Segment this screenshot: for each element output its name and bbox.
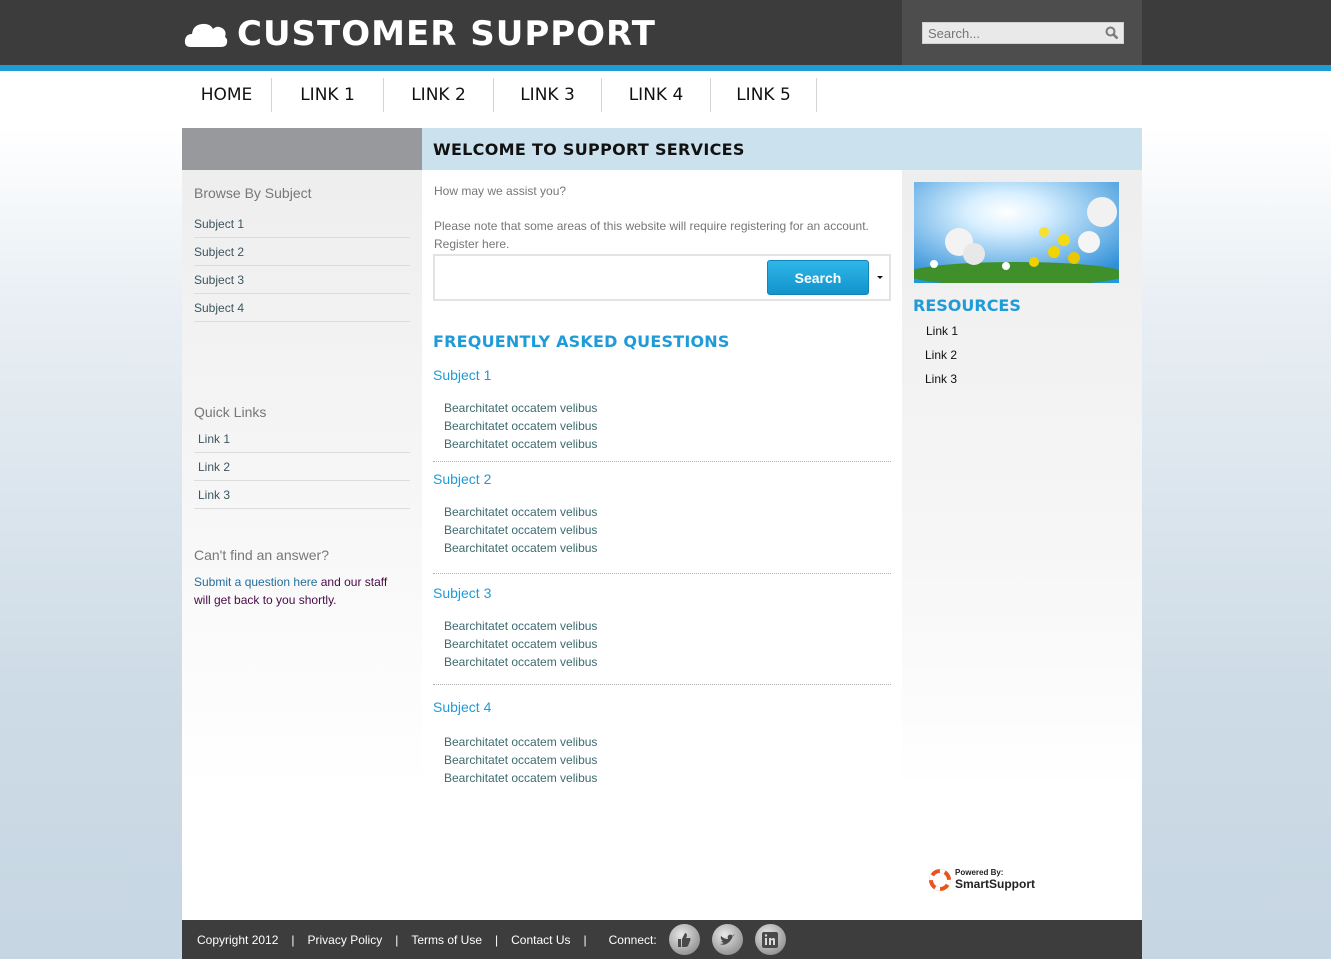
header-search-area (902, 0, 1142, 65)
site-title: CUSTOMER SUPPORT (237, 14, 656, 54)
faq-divider (433, 684, 891, 685)
resource-link-2[interactable]: Link 2 (925, 348, 957, 362)
faq-question[interactable]: Bearchitatet occatem velibus (444, 619, 597, 633)
quick-link-1[interactable]: Link 1 (194, 425, 410, 453)
connect-label: Connect: (608, 932, 657, 947)
resource-link-1[interactable]: Link 1 (926, 324, 958, 338)
faq-question[interactable]: Bearchitatet occatem velibus (444, 437, 597, 451)
register-note: Please note that some areas of this webs… (434, 219, 869, 251)
sidebar-subject-2[interactable]: Subject 2 (194, 238, 410, 266)
faq-question[interactable]: Bearchitatet occatem velibus (444, 541, 597, 555)
smartsupport-brand: SmartSupport (955, 877, 1036, 891)
submit-question-link[interactable]: Submit a question here (194, 575, 317, 589)
sidebar-subject-4[interactable]: Subject 4 (194, 294, 410, 322)
faq-question[interactable]: Bearchitatet occatem velibus (444, 655, 597, 669)
chevron-down-icon[interactable] (873, 271, 887, 283)
resources-title: RESOURCES (913, 296, 1021, 315)
quick-link-3[interactable]: Link 3 (194, 481, 410, 509)
nav-item-link-2[interactable]: LINK 2 (384, 78, 494, 112)
header-search-input[interactable] (923, 23, 1093, 43)
faq-question[interactable]: Bearchitatet occatem velibus (444, 505, 597, 519)
powered-by-logo[interactable]: Powered By: SmartSupport (928, 868, 1058, 898)
faq-question[interactable]: Bearchitatet occatem velibus (444, 753, 597, 767)
sidebar-subject-1[interactable]: Subject 1 (194, 210, 410, 238)
site-footer: Copyright 2012 | Privacy Policy | Terms … (182, 920, 1142, 959)
quick-links-title: Quick Links (194, 404, 267, 420)
nav-item-link-5[interactable]: LINK 5 (711, 78, 817, 112)
faq-question[interactable]: Bearchitatet occatem velibus (444, 419, 597, 433)
main-nav: HOME LINK 1 LINK 2 LINK 3 LINK 4 LINK 5 (182, 78, 817, 118)
header-accent-bar (0, 65, 1331, 71)
browse-subject-title: Browse By Subject (194, 185, 312, 201)
contact-us-link[interactable]: Contact Us (511, 933, 570, 947)
cant-find-title: Can't find an answer? (194, 547, 329, 563)
sidebar-subject-3[interactable]: Subject 3 (194, 266, 410, 294)
twitter-icon[interactable] (711, 924, 743, 955)
left-column-header (182, 128, 422, 170)
nav-item-link-4[interactable]: LINK 4 (602, 78, 711, 112)
flowers-image (914, 182, 1119, 283)
content-area: WELCOME TO SUPPORT SERVICES Browse By Su… (182, 128, 1142, 920)
faq-question[interactable]: Bearchitatet occatem velibus (444, 401, 597, 415)
faq-question[interactable]: Bearchitatet occatem velibus (444, 771, 597, 785)
search-icon[interactable] (1105, 26, 1119, 40)
terms-of-use-link[interactable]: Terms of Use (411, 933, 482, 947)
faq-title: FREQUENTLY ASKED QUESTIONS (433, 332, 730, 351)
faq-question[interactable]: Bearchitatet occatem velibus (444, 523, 597, 537)
quick-link-2[interactable]: Link 2 (194, 453, 410, 481)
privacy-policy-link[interactable]: Privacy Policy (308, 933, 383, 947)
logo[interactable]: CUSTOMER SUPPORT (183, 14, 656, 54)
page-title: WELCOME TO SUPPORT SERVICES (433, 140, 745, 159)
resources-sidebar: RESOURCES Link 1 Link 2 Link 3 (902, 170, 1142, 790)
main-header: WELCOME TO SUPPORT SERVICES (422, 128, 1142, 170)
thumbs-up-icon[interactable] (668, 924, 700, 955)
faq-subject-3[interactable]: Subject 3 (433, 585, 491, 601)
faq-subject-4[interactable]: Subject 4 (433, 699, 491, 715)
cant-find-text: Submit a question here and our staff wil… (194, 573, 404, 609)
search-button[interactable]: Search (767, 260, 869, 295)
resource-link-3[interactable]: Link 3 (925, 372, 957, 386)
nav-item-link-1[interactable]: LINK 1 (272, 78, 384, 112)
cloud-icon (183, 17, 229, 51)
nav-item-link-3[interactable]: LINK 3 (494, 78, 602, 112)
support-search-box: Search (433, 254, 891, 301)
faq-question[interactable]: Bearchitatet occatem velibus (444, 637, 597, 651)
faq-divider (433, 461, 891, 462)
faq-subject-2[interactable]: Subject 2 (433, 471, 491, 487)
nav-item-home[interactable]: HOME (182, 78, 272, 112)
site-header: CUSTOMER SUPPORT (0, 0, 1331, 65)
linkedin-icon[interactable] (754, 924, 786, 955)
footer-separator: | (395, 932, 399, 947)
faq-subject-1[interactable]: Subject 1 (433, 367, 491, 383)
assist-text: How may we assist you? (434, 184, 567, 198)
header-search-box (922, 22, 1124, 44)
footer-separator: | (583, 932, 587, 947)
faq-divider (433, 573, 891, 574)
faq-question[interactable]: Bearchitatet occatem velibus (444, 735, 597, 749)
footer-separator: | (495, 932, 499, 947)
footer-separator: | (291, 932, 295, 947)
left-sidebar: Browse By Subject Subject 1 Subject 2 Su… (182, 170, 422, 790)
powered-by-label: Powered By: (955, 868, 1004, 877)
copyright-text: Copyright 2012 (197, 932, 279, 947)
